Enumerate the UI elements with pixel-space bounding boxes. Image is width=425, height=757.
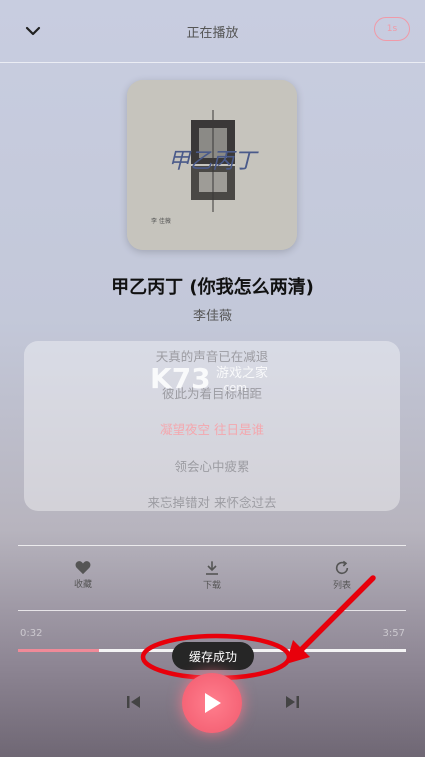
play-button[interactable] <box>182 673 242 733</box>
previous-button[interactable] <box>124 692 144 712</box>
album-cover: 甲乙丙丁 李 佳薇 <box>127 80 297 250</box>
cover-artist-small: 李 佳薇 <box>151 217 171 225</box>
loop-mode-button[interactable]: 列表 <box>317 560 367 591</box>
loop-mode-label: 列表 <box>332 581 351 591</box>
progress-fill <box>18 649 100 652</box>
cover-artwork: 甲乙丙丁 李 佳薇 <box>127 80 297 250</box>
watermark-domain: .com <box>220 381 247 394</box>
download-label: 下载 <box>202 581 221 591</box>
total-time: 3:57 <box>382 628 405 639</box>
heart-icon <box>75 561 91 575</box>
play-icon <box>205 693 221 713</box>
favorite-button[interactable]: 收藏 <box>58 560 108 590</box>
skip-next-icon <box>286 696 299 708</box>
lyric-line: 来忘掉错对 来怀念过去 <box>147 495 277 510</box>
lyric-line: 领会心中疲累 <box>174 459 250 474</box>
divider <box>18 610 406 611</box>
cover-title-art: 甲乙丙丁 <box>168 149 259 174</box>
next-button[interactable] <box>282 692 302 712</box>
download-button[interactable]: 下载 <box>187 560 237 591</box>
toast-message: 缓存成功 <box>172 642 254 670</box>
lyric-line-current: 凝望夜空 往日是谁 <box>160 422 264 437</box>
song-title: 甲乙丙丁 (你我怎么两清) <box>111 277 314 298</box>
k73-watermark: K73 游戏之家 .com <box>150 362 268 394</box>
download-icon <box>206 561 218 575</box>
page-title: 正在播放 <box>186 26 239 41</box>
annotation-arrowhead <box>286 640 310 664</box>
favorite-label: 收藏 <box>73 580 92 590</box>
sleep-timer-badge[interactable]: 1s <box>374 17 410 41</box>
divider <box>18 545 406 546</box>
watermark-main: K73 <box>150 362 211 394</box>
repeat-icon <box>335 560 349 575</box>
elapsed-time: 0:32 <box>20 628 43 639</box>
skip-previous-icon <box>127 696 140 708</box>
song-artist: 李佳薇 <box>192 309 232 324</box>
header-bar: 正在播放 1s <box>0 0 425 63</box>
watermark-sub: 游戏之家 <box>216 365 268 381</box>
